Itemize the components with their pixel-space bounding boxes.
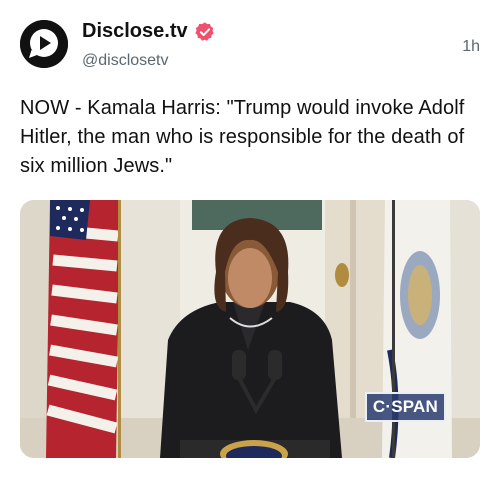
post-video-thumbnail[interactable]: C·SPAN — [20, 200, 480, 458]
post-timestamp: 1h — [462, 38, 480, 55]
us-flag-graphic — [46, 200, 121, 458]
account-name[interactable]: Disclose.tv — [82, 20, 188, 43]
account-handle[interactable]: @disclosetv — [82, 52, 169, 70]
cspan-watermark: C·SPAN — [364, 392, 446, 422]
verified-badge-icon — [194, 21, 214, 41]
post-text: NOW - Kamala Harris: "Trump would invoke… — [20, 97, 465, 177]
account-avatar[interactable] — [20, 20, 68, 68]
account-name-row: Disclose.tv — [82, 20, 216, 43]
disclose-play-logo-icon — [20, 20, 68, 68]
